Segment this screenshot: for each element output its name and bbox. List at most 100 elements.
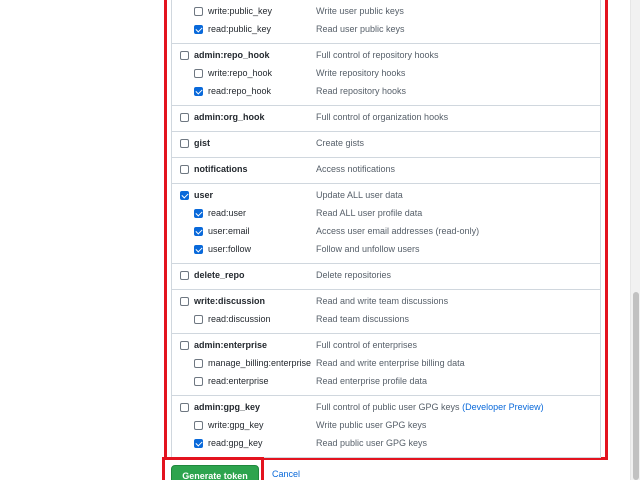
scope-description: Read team discussions	[316, 314, 409, 324]
scope-description: Read ALL user profile data	[316, 208, 422, 218]
scope-checkbox[interactable]	[180, 403, 189, 412]
scope-description: Read enterprise profile data	[316, 376, 427, 386]
scope-name[interactable]: read:discussion	[208, 314, 271, 324]
scope-description: Full control of organization hooks	[316, 112, 448, 122]
scope-checkbox[interactable]	[180, 113, 189, 122]
scrollbar-thumb[interactable]	[633, 292, 639, 480]
scopes-table: write:public_key Write user public keys re…	[171, 0, 601, 458]
scope-description: Write user public keys	[316, 6, 404, 16]
scope-name[interactable]: admin:enterprise	[194, 340, 267, 350]
scope-checkbox[interactable]	[180, 165, 189, 174]
scope-name[interactable]: read:user	[208, 208, 246, 218]
scope-row: user Update ALL user data	[172, 187, 600, 205]
scope-checkbox[interactable]	[180, 341, 189, 350]
scope-description-text: Read user public keys	[316, 24, 405, 34]
scope-description-text: Access notifications	[316, 164, 396, 174]
scope-name[interactable]: read:public_key	[208, 24, 271, 34]
scope-description: Read user public keys	[316, 24, 405, 34]
scope-row: admin:repo_hook Full control of repositor…	[172, 47, 600, 65]
scope-checkbox[interactable]	[194, 227, 203, 236]
scope-description-text: Read ALL user profile data	[316, 208, 423, 218]
scope-row: read:gpg_key Read public user GPG keys	[172, 435, 600, 453]
scope-checkbox[interactable]	[194, 209, 203, 218]
scope-name[interactable]: manage_billing:enterprise	[208, 358, 311, 368]
scope-row: read:user Read ALL user profile data	[172, 205, 600, 223]
scope-name[interactable]: notifications	[194, 164, 248, 174]
scope-checkbox[interactable]	[180, 191, 189, 200]
scope-name[interactable]: admin:org_hook	[194, 112, 265, 122]
scope-description: Create gists	[316, 138, 364, 148]
scope-description-text: Read and write team discussions	[316, 296, 449, 306]
scope-checkbox[interactable]	[180, 139, 189, 148]
scope-name[interactable]: write:repo_hook	[208, 68, 272, 78]
scope-description-text: Access user email addresses (read-only)	[316, 226, 480, 236]
scope-row: write:repo_hook Write repository hooks	[172, 65, 600, 83]
scope-checkbox[interactable]	[194, 25, 203, 34]
scope-description: Full control of enterprises	[316, 340, 417, 350]
scope-description-text: Full control of organization hooks	[316, 112, 449, 122]
scope-name[interactable]: write:public_key	[208, 6, 272, 16]
developer-preview-link[interactable]: (Developer Preview)	[462, 402, 544, 412]
scope-name[interactable]: user:follow	[208, 244, 251, 254]
scope-row: user:email Access user email addresses (r…	[172, 223, 600, 241]
scope-row: write:gpg_key Write public user GPG keys	[172, 417, 600, 435]
scope-description-text: Full control of public user GPG keys	[316, 402, 460, 412]
scope-description-text: Write user public keys	[316, 6, 404, 16]
scope-description-text: Follow and unfollow users	[316, 244, 420, 254]
scope-description-text: Update ALL user data	[316, 190, 403, 200]
scope-description-text: Write public user GPG keys	[316, 420, 427, 430]
scope-description-text: Read public user GPG keys	[316, 438, 428, 448]
scope-name[interactable]: write:discussion	[194, 296, 265, 306]
scope-name[interactable]: user	[194, 190, 213, 200]
scope-name[interactable]: read:repo_hook	[208, 86, 271, 96]
generate-token-highlight-box: Generate token	[162, 457, 264, 480]
scope-name[interactable]: gist	[194, 138, 210, 148]
scope-name[interactable]: read:enterprise	[208, 376, 269, 386]
scope-description-text: Read team discussions	[316, 314, 410, 324]
scope-name[interactable]: admin:repo_hook	[194, 50, 270, 60]
scope-row: notifications Access notifications	[172, 161, 600, 179]
scope-description-text: Read repository hooks	[316, 86, 407, 96]
scope-checkbox[interactable]	[180, 297, 189, 306]
scope-row: write:discussion Read and write team disc…	[172, 293, 600, 311]
scope-checkbox[interactable]	[194, 69, 203, 78]
scope-name[interactable]: admin:gpg_key	[194, 402, 260, 412]
scope-group: write:discussion Read and write team disc…	[172, 290, 600, 334]
scope-group: admin:org_hook Full control of organizati…	[172, 106, 600, 132]
scope-row: user:follow Follow and unfollow users	[172, 241, 600, 259]
page-scrollbar[interactable]	[630, 0, 640, 480]
scope-group: admin:repo_hook Full control of repositor…	[172, 44, 600, 106]
scope-checkbox[interactable]	[194, 359, 203, 368]
scope-row: delete_repo Delete repositories	[172, 267, 600, 285]
scope-description-text: Full control of enterprises	[316, 340, 418, 350]
scope-name[interactable]: write:gpg_key	[208, 420, 264, 430]
scope-name[interactable]: read:gpg_key	[208, 438, 263, 448]
scope-checkbox[interactable]	[180, 51, 189, 60]
scope-name[interactable]: delete_repo	[194, 270, 245, 280]
scope-checkbox[interactable]	[194, 7, 203, 16]
scope-description-text: Full control of repository hooks	[316, 50, 439, 60]
cancel-link[interactable]: Cancel	[272, 469, 300, 479]
scope-checkbox[interactable]	[194, 245, 203, 254]
generate-token-button[interactable]: Generate token	[171, 465, 259, 480]
scope-checkbox[interactable]	[194, 87, 203, 96]
scope-description: Access notifications	[316, 164, 395, 174]
scope-row: read:public_key Read user public keys	[172, 21, 600, 39]
scope-group: write:public_key Write user public keys re…	[172, 0, 600, 44]
scope-row: admin:enterprise Full control of enterpri…	[172, 337, 600, 355]
scope-description-text: Delete repositories	[316, 270, 392, 280]
scope-description-text: Create gists	[316, 138, 365, 148]
scope-group: gist Create gists	[172, 132, 600, 158]
scope-name[interactable]: user:email	[208, 226, 250, 236]
scope-description: Read and write enterprise billing data	[316, 358, 465, 368]
scope-row: read:discussion Read team discussions	[172, 311, 600, 329]
scope-description: Full control of public user GPG keys (De…	[316, 402, 544, 412]
scope-checkbox[interactable]	[180, 271, 189, 280]
scope-row: admin:org_hook Full control of organizati…	[172, 109, 600, 127]
scopes-highlight-box: write:public_key Write user public keys re…	[164, 0, 608, 460]
scope-checkbox[interactable]	[194, 439, 203, 448]
scope-description: Follow and unfollow users	[316, 244, 420, 254]
scope-checkbox[interactable]	[194, 315, 203, 324]
scope-checkbox[interactable]	[194, 421, 203, 430]
scope-checkbox[interactable]	[194, 377, 203, 386]
